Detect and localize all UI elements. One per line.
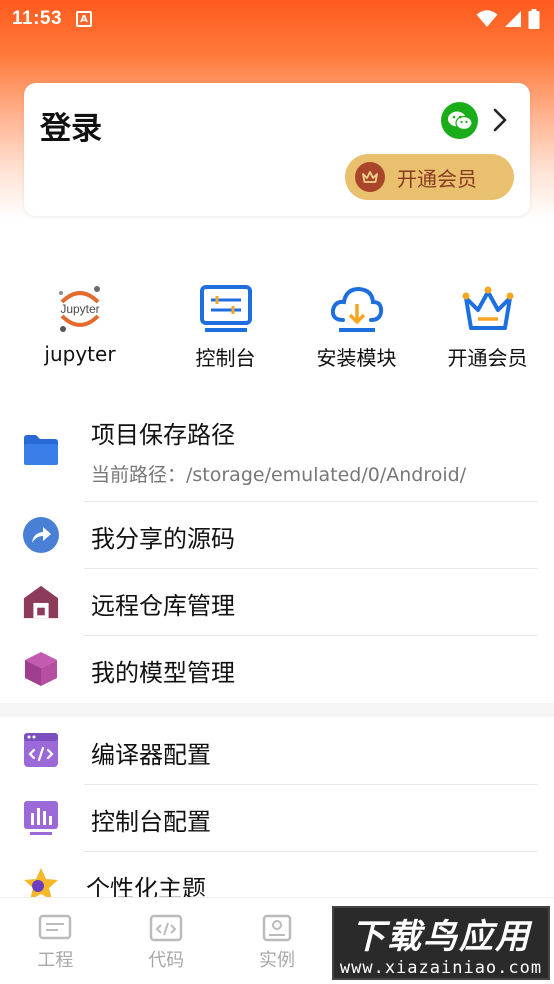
battery-icon [528, 9, 540, 29]
menu-item-label: 项目保存路径 [91, 421, 235, 449]
nav-tab-label: 实例 [258, 950, 295, 971]
section-separator [0, 703, 554, 717]
nav-tab-project[interactable]: 工程 [0, 898, 111, 984]
menu-item-subtitle: 当前路径：/storage/emulated/0/Android/ [91, 464, 467, 486]
vip-button[interactable]: 开通会员 [345, 154, 514, 200]
monitor-chart-icon [22, 799, 60, 837]
folder-icon [22, 431, 60, 469]
cube-icon [22, 650, 60, 688]
quick-action-label: 开通会员 [447, 346, 528, 370]
project-icon [39, 914, 72, 940]
status-time: 11:53 [12, 8, 63, 29]
status-bar: 11:53 A [0, 0, 554, 38]
menu-item-shared-source[interactable]: 我分享的源码 [0, 502, 554, 568]
notification-a-icon: A [76, 11, 93, 27]
quick-action-vip[interactable]: 开通会员 [422, 282, 553, 372]
quick-action-jupyter[interactable]: Jupyter jupyter [0, 282, 160, 372]
menu-item-label: 我的模型管理 [91, 659, 235, 687]
crown-badge-icon [355, 162, 385, 192]
quick-action-label: 控制台 [195, 346, 256, 370]
nav-tab-label: 代码 [148, 950, 185, 971]
nav-tab-examples[interactable]: 实例 [222, 898, 333, 984]
menu-item-label: 远程仓库管理 [91, 592, 235, 620]
watermark: 下载鸟应用 www.xiazainiao.com [332, 906, 550, 980]
menu-item-console-config[interactable]: 控制台配置 [0, 785, 554, 851]
quick-action-label: jupyter [44, 342, 116, 366]
menu-item-project-path[interactable]: 项目保存路径 当前路径：/storage/emulated/0/Android/ [0, 405, 554, 501]
crown-icon [460, 282, 516, 336]
wechat-icon[interactable] [441, 102, 478, 139]
menu-item-label: 我分享的源码 [91, 525, 235, 553]
quick-action-console[interactable]: 控制台 [160, 282, 291, 372]
nav-tab-label: 工程 [37, 950, 74, 971]
quick-action-install-module[interactable]: 安装模块 [291, 282, 422, 372]
share-icon [22, 516, 60, 554]
cloud-download-icon [329, 282, 385, 336]
menu-item-theme[interactable]: 个性化主题 [0, 852, 554, 897]
menu-item-remote-repo[interactable]: 远程仓库管理 [0, 569, 554, 635]
menu-item-model-management[interactable]: 我的模型管理 [0, 636, 554, 702]
quick-action-label: 安装模块 [316, 346, 397, 370]
quick-actions: Jupyter jupyter 控制台 安装模块 开通会员 [0, 282, 554, 372]
jupyter-icon: Jupyter [52, 282, 108, 336]
menu-item-label: 个性化主题 [86, 875, 206, 897]
login-card[interactable]: 登录 开通会员 [24, 83, 530, 216]
code-window-icon [22, 731, 60, 769]
warehouse-icon [22, 583, 60, 621]
svg-text:Jupyter: Jupyter [60, 302, 99, 316]
watermark-title: 下载鸟应用 [351, 916, 531, 957]
console-icon [198, 282, 254, 336]
login-title[interactable]: 登录 [40, 103, 102, 148]
menu-item-label: 控制台配置 [91, 808, 211, 836]
theme-star-icon [22, 866, 60, 897]
code-icon [149, 914, 183, 942]
signal-icon [505, 11, 521, 27]
menu-item-label: 编译器配置 [91, 741, 211, 769]
vip-button-label: 开通会员 [397, 166, 477, 191]
nav-tab-code[interactable]: 代码 [111, 898, 222, 984]
wifi-icon [476, 10, 498, 27]
watermark-url: www.xiazainiao.com [339, 957, 543, 978]
chevron-right-icon[interactable] [488, 107, 512, 133]
example-icon [262, 914, 292, 942]
menu-item-compiler-config[interactable]: 编译器配置 [0, 717, 554, 784]
